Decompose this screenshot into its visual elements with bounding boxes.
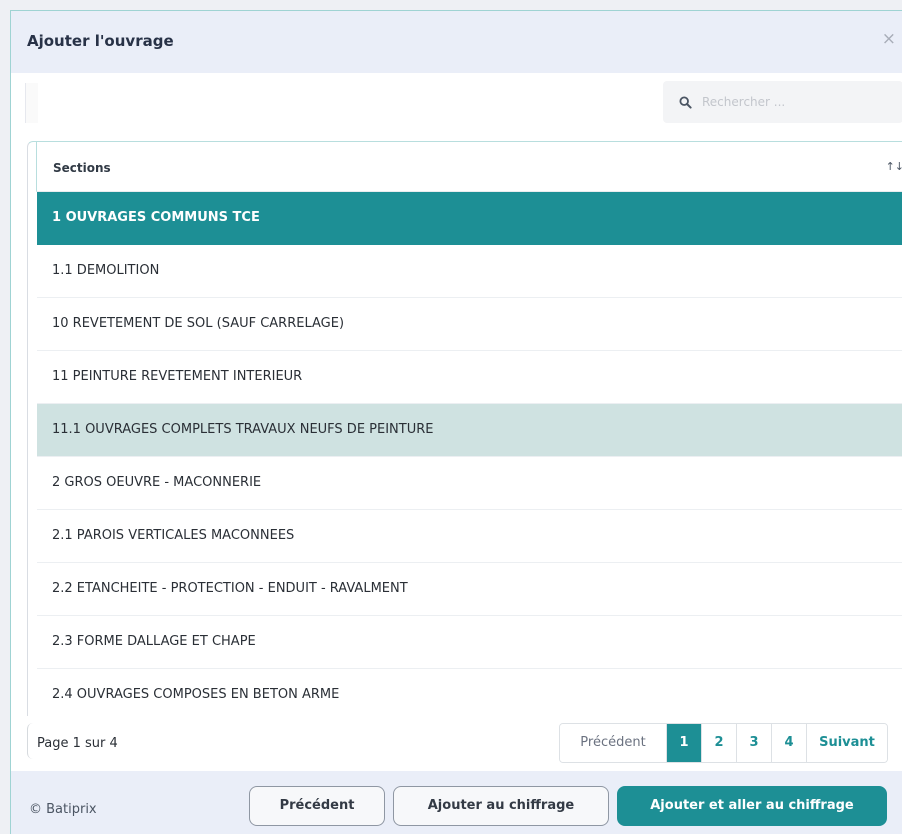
table-row[interactable]: 1.1 DEMOLITION xyxy=(37,245,902,298)
table-row-selected[interactable]: 1 OUVRAGES COMMUNS TCE xyxy=(37,192,902,245)
search-box[interactable] xyxy=(663,81,902,123)
table-row[interactable]: 10 REVETEMENT DE SOL (SAUF CARRELAGE) xyxy=(37,298,902,351)
page-info: Page 1 sur 4 xyxy=(37,736,118,751)
pagination-page-2[interactable]: 2 xyxy=(702,724,737,762)
add-ouvrage-modal: Ajouter l'ouvrage × Sections ↑↓ 1 OUVRAG… xyxy=(10,10,902,834)
table-row-hovered[interactable]: 11.1 OUVRAGES COMPLETS TRAVAUX NEUFS DE … xyxy=(37,404,902,457)
pagination-page-3[interactable]: 3 xyxy=(737,724,772,762)
toolbar-left-edge xyxy=(25,83,38,123)
modal-header: Ajouter l'ouvrage × xyxy=(11,11,902,73)
pagination-previous[interactable]: Précédent xyxy=(560,724,667,762)
table-row[interactable]: 2.3 FORME DALLAGE ET CHAPE xyxy=(37,616,902,669)
sort-icon[interactable]: ↑↓ xyxy=(886,160,902,173)
modal-footer: © Batiprix Précédent Ajouter au chiffrag… xyxy=(11,771,902,834)
table-row[interactable]: 2.2 ETANCHEITE - PROTECTION - ENDUIT - R… xyxy=(37,563,902,616)
table-header[interactable]: Sections ↑↓ xyxy=(36,142,902,192)
pagination-bar: Page 1 sur 4 Précédent 1 2 3 4 Suivant xyxy=(27,723,902,763)
table-row[interactable]: 11 PEINTURE REVETEMENT INTERIEUR xyxy=(37,351,902,404)
previous-button[interactable]: Précédent xyxy=(249,786,385,826)
table-row[interactable]: 2.4 OUVRAGES COMPOSES EN BETON ARME xyxy=(37,669,902,716)
column-header-sections: Sections xyxy=(53,161,111,175)
modal-title: Ajouter l'ouvrage xyxy=(27,32,174,50)
pagination-page-4[interactable]: 4 xyxy=(772,724,807,762)
sections-table: Sections ↑↓ 1 OUVRAGES COMMUNS TCE 1.1 D… xyxy=(27,141,902,716)
add-and-go-to-quote-button[interactable]: Ajouter et aller au chiffrage xyxy=(617,786,887,826)
search-icon xyxy=(679,95,692,109)
pagination: Précédent 1 2 3 4 Suivant xyxy=(559,723,888,763)
search-input[interactable] xyxy=(700,94,884,110)
pagination-page-1[interactable]: 1 xyxy=(667,724,702,762)
table-body: 1 OUVRAGES COMMUNS TCE 1.1 DEMOLITION 10… xyxy=(37,192,902,716)
pagination-next[interactable]: Suivant xyxy=(807,724,887,762)
copyright: © Batiprix xyxy=(29,802,97,817)
add-to-quote-button[interactable]: Ajouter au chiffrage xyxy=(393,786,609,826)
table-row[interactable]: 2.1 PAROIS VERTICALES MACONNEES xyxy=(37,510,902,563)
table-row[interactable]: 2 GROS OEUVRE - MACONNERIE xyxy=(37,457,902,510)
close-icon[interactable]: × xyxy=(882,29,896,49)
